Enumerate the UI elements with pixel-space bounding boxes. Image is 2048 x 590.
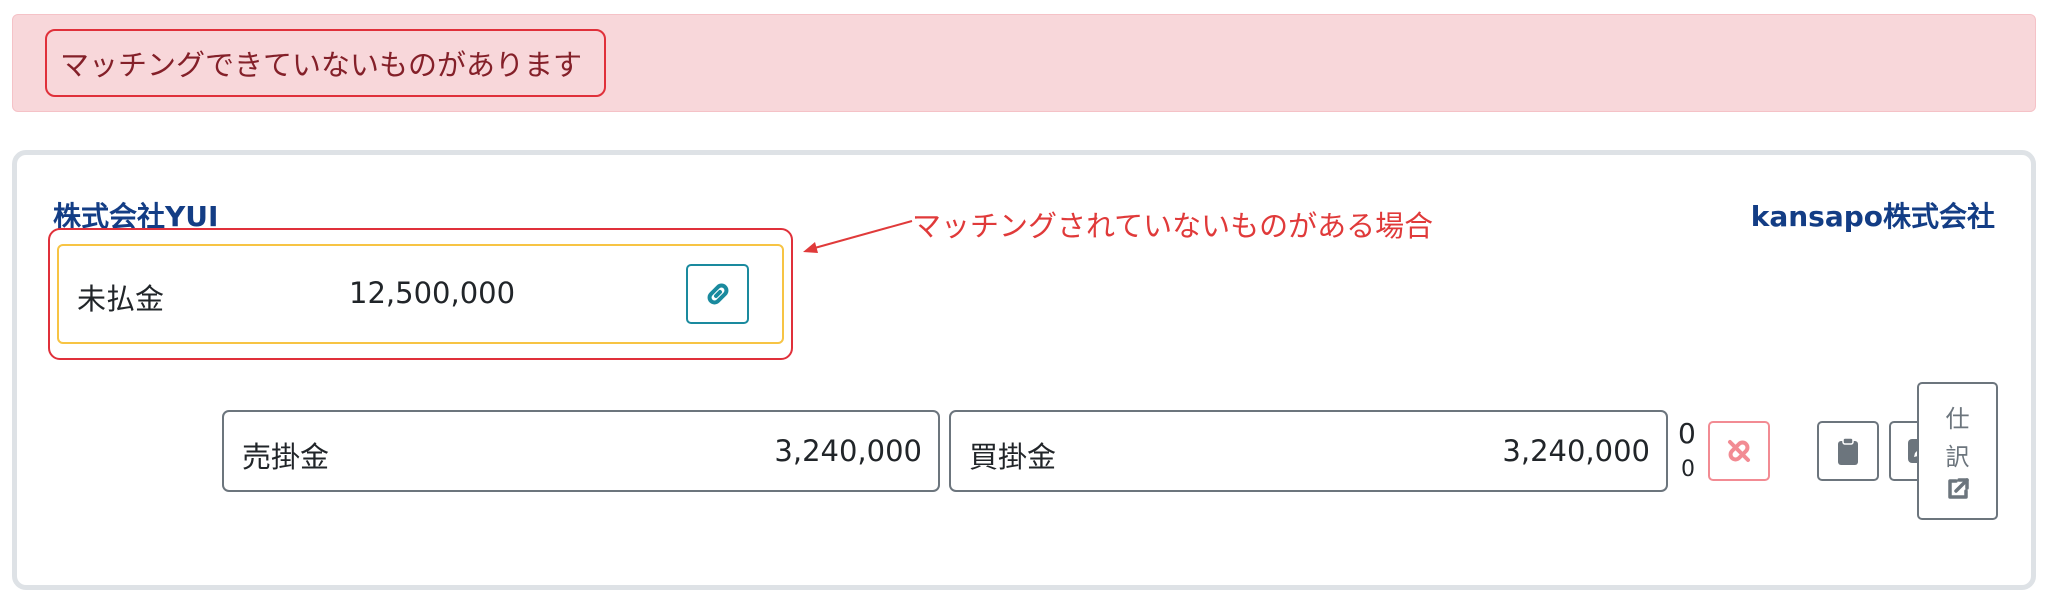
difference-value-bottom: 0 — [1681, 457, 1695, 482]
right-account-box: 買掛金 3,240,000 — [949, 410, 1668, 492]
external-link-icon — [1947, 478, 1969, 499]
clipboard-button[interactable] — [1817, 421, 1879, 481]
alert-message: マッチングできていないものがあります — [45, 29, 606, 97]
right-account-name: 買掛金 — [969, 440, 1057, 474]
journal-entry-button[interactable]: 仕 訳 — [1917, 382, 1998, 520]
unmatched-account-amount: 12,500,000 — [349, 276, 516, 310]
unmatched-account-name: 未払金 — [77, 282, 165, 316]
unlink-button[interactable] — [1708, 421, 1770, 481]
left-account-amount: 3,240,000 — [774, 434, 922, 468]
left-account-box: 売掛金 3,240,000 — [222, 410, 940, 492]
unmatched-alert: マッチングできていないものがあります — [12, 14, 2036, 112]
journal-label-1: 仕 — [1945, 405, 1970, 433]
unmatched-account-card: 未払金 12,500,000 — [57, 244, 784, 344]
left-account-name: 売掛金 — [242, 440, 330, 474]
journal-label-2: 訳 — [1945, 443, 1970, 471]
clipboard-icon — [1838, 437, 1858, 465]
right-company-name: kansapo株式会社 — [1750, 200, 1995, 233]
annotation-note: マッチングされていないものがある場合 — [912, 209, 1434, 243]
unlink-icon — [1728, 440, 1750, 462]
difference-value-top: 0 — [1678, 417, 1696, 450]
annotation-arrow — [803, 220, 913, 253]
link-button[interactable] — [686, 264, 749, 324]
unmatched-highlight-frame: 未払金 12,500,000 — [48, 228, 793, 360]
link-icon — [707, 283, 728, 305]
matching-card: 株式会社YUI kansapo株式会社 未払金 12,500,000 マッチング… — [12, 150, 2036, 590]
right-account-amount: 3,240,000 — [1502, 434, 1650, 468]
